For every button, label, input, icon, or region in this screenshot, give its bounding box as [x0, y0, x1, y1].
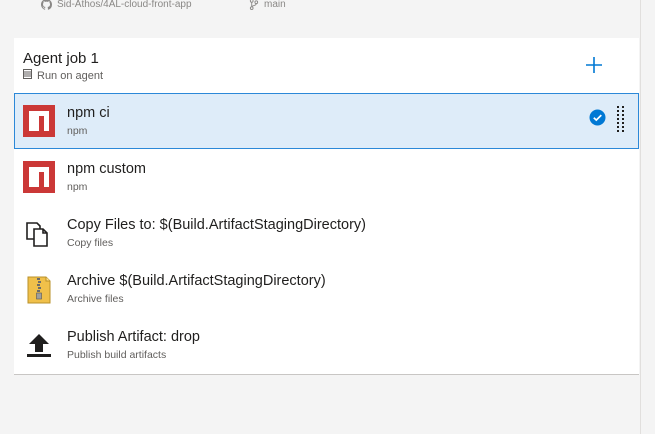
task-type: npm	[67, 125, 88, 137]
task-row-publish-artifact[interactable]: Publish Artifact: drop Publish build art…	[14, 317, 639, 373]
task-row-archive[interactable]: Archive $(Build.ArtifactStagingDirectory…	[14, 261, 639, 317]
task-type: Archive files	[67, 293, 124, 305]
agent-job-header[interactable]: Agent job 1 Run on agent	[14, 38, 639, 93]
pipeline-source-bar: Sid-Athos/4AL-cloud-front-app main	[0, 0, 641, 14]
plus-icon	[582, 57, 606, 81]
repo-name: Sid-Athos/4AL-cloud-front-app	[57, 0, 192, 10]
check-circle-icon	[589, 109, 606, 126]
npm-icon	[23, 105, 55, 137]
task-type: Copy files	[67, 237, 114, 249]
job-subtitle: Run on agent	[23, 69, 103, 82]
task-type: npm	[67, 181, 88, 193]
job-subtitle-text: Run on agent	[37, 69, 104, 82]
task-type: Publish build artifacts	[67, 349, 167, 361]
server-icon	[23, 69, 32, 82]
task-name: Archive $(Build.ArtifactStagingDirectory…	[67, 273, 326, 289]
branch-name: main	[264, 0, 286, 10]
task-list-panel: Agent job 1 Run on agent npm ci npm npm …	[14, 38, 639, 375]
task-row-npm-custom[interactable]: npm custom npm	[14, 149, 639, 205]
task-name: npm ci	[67, 105, 110, 121]
branch-icon	[249, 0, 259, 10]
task-name: Copy Files to: $(Build.ArtifactStagingDi…	[67, 217, 366, 233]
drag-handle-icon[interactable]	[616, 105, 626, 135]
task-name: npm custom	[67, 161, 146, 177]
task-row-copy-files[interactable]: Copy Files to: $(Build.ArtifactStagingDi…	[14, 205, 639, 261]
copy-files-icon	[23, 217, 55, 249]
task-row-npm-ci[interactable]: npm ci npm	[14, 93, 639, 149]
github-icon	[41, 0, 52, 10]
branch-link[interactable]: main	[249, 0, 286, 10]
npm-icon	[23, 161, 55, 193]
archive-icon	[23, 273, 55, 305]
upload-icon	[23, 329, 55, 361]
panel-divider	[640, 0, 641, 434]
add-task-button[interactable]	[582, 53, 606, 77]
task-name: Publish Artifact: drop	[67, 329, 200, 345]
repo-link[interactable]: Sid-Athos/4AL-cloud-front-app	[41, 0, 192, 10]
job-title: Agent job 1	[23, 50, 99, 67]
